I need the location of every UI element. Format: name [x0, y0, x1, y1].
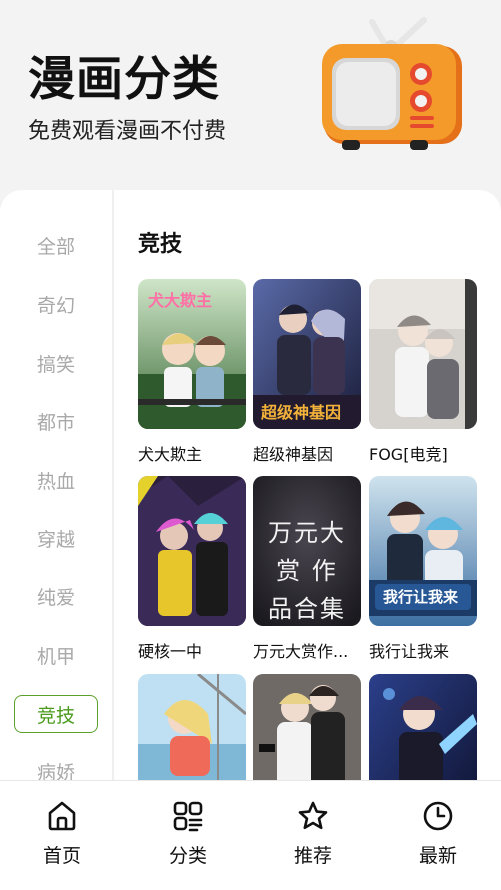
comic-title[interactable]: 我行让我来 [369, 638, 469, 662]
star-icon[interactable] [296, 799, 330, 833]
nav-label-category[interactable]: 分类 [169, 841, 207, 868]
content-panel: 全部 奇幻 搞笑 都市 热血 穿越 纯爱 机甲 竞技 病娇 竞技 犬大欺主 犬大… [0, 190, 501, 780]
home-icon[interactable] [45, 799, 79, 833]
comic-list: 竞技 犬大欺主 犬大欺主 超级神基因 超级神基因 FOG[电竞] 硬核一中 万元… [114, 190, 501, 780]
sidebar-item-time-travel[interactable]: 穿越 [14, 519, 98, 557]
sidebar-item-fantasy[interactable]: 奇幻 [14, 285, 98, 323]
sidebar-item-sports[interactable]: 竞技 [14, 695, 98, 733]
sidebar-item-urban[interactable]: 都市 [14, 402, 98, 440]
comic-title[interactable]: 万元大赏作... [253, 638, 353, 662]
comic-cover[interactable]: 超级神基因 [253, 279, 361, 429]
category-grid-icon[interactable] [171, 799, 205, 833]
page-title: 漫画分类 [28, 52, 220, 107]
clock-icon[interactable] [421, 799, 455, 833]
page-subtitle: 免费观看漫画不付费 [28, 119, 227, 144]
comic-cover-text: 犬大欺主 [148, 291, 213, 310]
comic-title[interactable]: 硬核一中 [138, 638, 238, 662]
category-sidebar: 全部 奇幻 搞笑 都市 热血 穿越 纯爱 机甲 竞技 病娇 [0, 190, 112, 780]
sidebar-item-all[interactable]: 全部 [14, 226, 98, 264]
comic-title[interactable]: 超级神基因 [253, 441, 353, 465]
comic-card[interactable]: 超级神基因 超级神基因 [253, 279, 361, 465]
comic-cover[interactable] [369, 674, 477, 780]
comic-card[interactable]: 我行让我来 我行让我来 [369, 476, 477, 662]
sidebar-item-pure-love[interactable]: 纯爱 [14, 577, 98, 615]
comic-card[interactable]: 硬核一中 [138, 476, 246, 662]
comic-cover[interactable] [138, 674, 246, 780]
comic-cover[interactable]: 万元大赏 作品合集 [253, 476, 361, 626]
comic-card[interactable] [253, 674, 361, 780]
comic-title[interactable]: 犬大欺主 [138, 441, 238, 465]
comic-title[interactable]: FOG[电竞] [369, 441, 469, 465]
nav-label-recommend[interactable]: 推荐 [294, 841, 332, 868]
nav-label-latest[interactable]: 最新 [419, 841, 457, 868]
comic-card[interactable] [369, 674, 477, 780]
comic-card[interactable] [138, 674, 246, 780]
comic-card[interactable]: 万元大赏 作品合集 万元大赏作... [253, 476, 361, 662]
sidebar-item-mecha[interactable]: 机甲 [14, 636, 98, 674]
comic-cover-text: 万元大赏 作品合集 [268, 519, 346, 623]
bottom-nav: 首页 分类 推荐 最新 [0, 780, 501, 890]
section-title: 竞技 [138, 232, 183, 257]
comic-cover-text: 我行让我来 [383, 588, 459, 606]
sidebar-item-comedy[interactable]: 搞笑 [14, 344, 98, 382]
sidebar-item-yandere[interactable]: 病娇 [14, 752, 98, 781]
retro-tv-icon [314, 14, 464, 164]
comic-card[interactable]: FOG[电竞] [369, 279, 477, 465]
nav-label-home[interactable]: 首页 [43, 841, 81, 868]
page-header: 漫画分类 免费观看漫画不付费 [0, 0, 501, 200]
comic-cover[interactable] [138, 476, 246, 626]
comic-cover[interactable] [253, 674, 361, 780]
comic-cover[interactable]: 犬大欺主 [138, 279, 246, 429]
nav-item-recommend[interactable]: 推荐 [273, 799, 353, 868]
comic-cover[interactable] [369, 279, 477, 429]
comic-cover[interactable]: 我行让我来 [369, 476, 477, 626]
comic-cover-text: 超级神基因 [261, 403, 342, 422]
comic-card[interactable]: 犬大欺主 犬大欺主 [138, 279, 246, 465]
nav-item-category[interactable]: 分类 [148, 799, 228, 868]
sidebar-item-hot-blood[interactable]: 热血 [14, 461, 98, 499]
nav-item-home[interactable]: 首页 [22, 799, 102, 868]
nav-item-latest[interactable]: 最新 [398, 799, 478, 868]
